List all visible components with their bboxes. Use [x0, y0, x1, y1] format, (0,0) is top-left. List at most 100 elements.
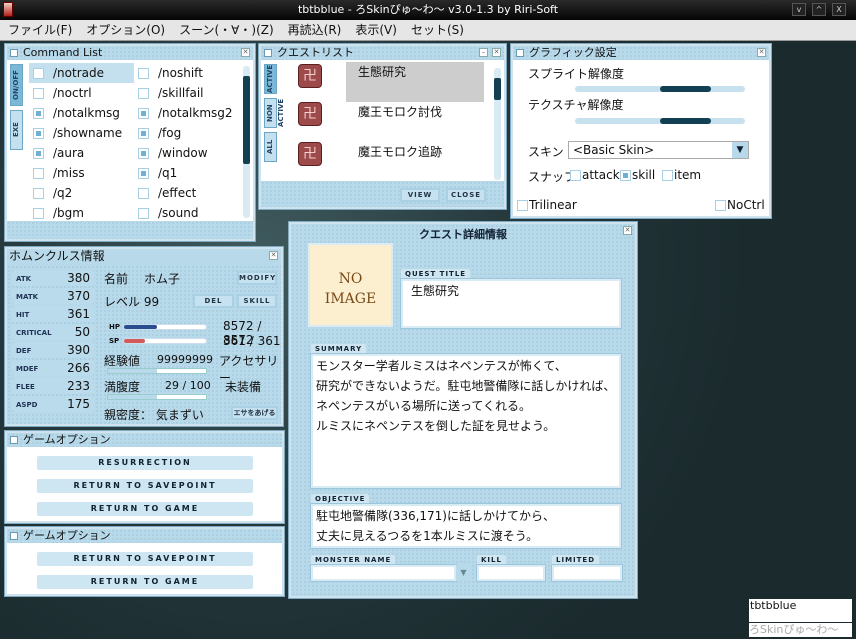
command-label[interactable]: /notalkmsg2 — [158, 106, 233, 120]
quest-scrollbar[interactable] — [494, 68, 501, 180]
menu-option[interactable]: オプション(O) — [86, 20, 165, 40]
chevron-down-icon[interactable]: ▼ — [732, 142, 748, 158]
close-icon[interactable]: ✕ — [269, 251, 278, 260]
close-icon[interactable]: ✕ — [623, 226, 632, 235]
command-checkbox[interactable] — [138, 188, 149, 199]
command-checkbox[interactable] — [138, 108, 149, 119]
command-label[interactable]: /showname — [53, 126, 122, 140]
command-checkbox[interactable] — [138, 68, 149, 79]
texture-resolution-label: テクスチャ解像度 — [528, 98, 624, 112]
quest-detail-window: クエスト詳細情報 ✕ NO IMAGE QUEST TITLE 生態研究 SUMM… — [289, 222, 637, 598]
close-quest-list-button[interactable]: CLOSE — [446, 188, 486, 202]
return-to-game-button[interactable]: RETURN TO GAME — [37, 575, 253, 589]
command-label[interactable]: /noshift — [158, 66, 203, 80]
menu-reload[interactable]: 再読込(R) — [288, 20, 342, 40]
chevron-down-icon[interactable]: ▼ — [456, 565, 471, 581]
tab-non-active[interactable]: NON ACTIVE — [264, 98, 285, 128]
command-checkbox[interactable] — [138, 128, 149, 139]
snap-item-label: item — [674, 168, 702, 182]
command-checkbox[interactable] — [33, 88, 44, 99]
command-scrollbar[interactable] — [243, 66, 250, 218]
modify-button[interactable]: MODIFY — [237, 271, 277, 285]
command-checkbox[interactable] — [33, 68, 44, 79]
command-list-header[interactable]: Command List ✕ — [7, 46, 253, 60]
command-label[interactable]: /noctrl — [53, 86, 92, 100]
snap-skill-checkbox[interactable] — [620, 170, 631, 181]
quest-item[interactable]: 魔王モロク討伐 — [358, 103, 442, 120]
command-checkbox[interactable] — [138, 148, 149, 159]
skin-select[interactable]: <Basic Skin> ▼ — [568, 141, 749, 159]
menu-view[interactable]: 表示(V) — [355, 20, 397, 40]
window-menu-icon[interactable] — [10, 436, 18, 444]
minimize-icon[interactable]: – — [479, 48, 488, 57]
resurrection-button[interactable]: RESURRECTION — [37, 456, 253, 470]
window-menu-icon[interactable] — [10, 49, 18, 57]
command-label[interactable]: /skillfail — [158, 86, 204, 100]
sprite-resolution-slider[interactable] — [575, 86, 745, 92]
homunculus-header[interactable]: ホムンクルス情報 ✕ — [7, 249, 281, 265]
command-label[interactable]: /aura — [53, 146, 84, 160]
delete-button[interactable]: DEL — [193, 294, 234, 308]
command-checkbox[interactable] — [33, 128, 44, 139]
quest-icon: 卍 — [298, 102, 322, 126]
monster-name-select[interactable] — [311, 565, 456, 581]
command-checkbox[interactable] — [138, 168, 149, 179]
close-icon[interactable]: ✕ — [241, 48, 250, 57]
skill-button[interactable]: SKILL — [237, 294, 277, 308]
tab-all[interactable]: ALL — [264, 132, 277, 162]
command-label[interactable]: /q1 — [158, 166, 177, 180]
command-checkbox[interactable] — [33, 208, 44, 219]
command-checkbox[interactable] — [138, 88, 149, 99]
return-to-savepoint-button[interactable]: RETURN TO SAVEPOINT — [37, 552, 253, 566]
quest-item[interactable]: 魔王モロク追跡 — [358, 143, 442, 160]
noctrl-checkbox[interactable] — [715, 200, 726, 211]
feed-button[interactable]: エサをあげる — [231, 406, 278, 420]
command-label[interactable]: /window — [158, 146, 208, 160]
snap-attack-label: attack — [582, 168, 620, 182]
close-icon[interactable]: ✕ — [492, 48, 501, 57]
quest-item[interactable]: 生態研究 — [358, 63, 406, 80]
graphics-header[interactable]: グラフィック設定 ✕ — [513, 46, 769, 60]
stat-value: 361 — [67, 307, 90, 321]
snap-attack-checkbox[interactable] — [570, 170, 581, 181]
menu-file[interactable]: ファイル(F) — [8, 20, 72, 40]
command-checkbox[interactable] — [33, 108, 44, 119]
view-button[interactable]: VIEW — [400, 188, 440, 202]
texture-resolution-slider[interactable] — [575, 118, 745, 124]
command-label[interactable]: /miss — [53, 166, 85, 180]
window-menu-icon[interactable] — [264, 49, 272, 57]
scroll-thumb[interactable] — [243, 76, 250, 164]
minimize-button[interactable]: v — [792, 3, 806, 16]
tab-active[interactable]: ACTIVE — [264, 64, 277, 94]
command-checkbox[interactable] — [138, 208, 149, 219]
quest-list-header[interactable]: クエストリスト – ✕ — [261, 46, 504, 60]
command-list-window: Command List ✕ ON/OFF EXE /notrade/noshif… — [5, 44, 255, 241]
command-label[interactable]: /fog — [158, 126, 181, 140]
limited-field — [552, 565, 622, 581]
close-icon[interactable]: ✕ — [757, 48, 766, 57]
game-options-header[interactable]: ゲームオプション — [7, 529, 282, 543]
command-label[interactable]: /notalkmsg — [53, 106, 120, 120]
command-checkbox[interactable] — [33, 188, 44, 199]
command-label[interactable]: /effect — [158, 186, 196, 200]
return-to-savepoint-button[interactable]: RETURN TO SAVEPOINT — [37, 479, 253, 493]
return-to-game-button[interactable]: RETURN TO GAME — [37, 502, 253, 516]
command-label[interactable]: /q2 — [53, 186, 72, 200]
snap-item-checkbox[interactable] — [662, 170, 673, 181]
command-label[interactable]: /bgm — [53, 206, 84, 220]
tab-on-off[interactable]: ON/OFF — [10, 64, 23, 106]
window-menu-icon[interactable] — [10, 532, 18, 540]
scroll-thumb[interactable] — [494, 78, 501, 100]
menu-set[interactable]: セット(S) — [411, 20, 464, 40]
trilinear-checkbox[interactable] — [517, 200, 528, 211]
maximize-button[interactable]: ^ — [812, 3, 826, 16]
command-label[interactable]: /notrade — [53, 66, 104, 80]
window-menu-icon[interactable] — [516, 49, 524, 57]
close-button[interactable]: X — [832, 3, 846, 16]
command-checkbox[interactable] — [33, 148, 44, 159]
command-checkbox[interactable] — [33, 168, 44, 179]
tab-exe[interactable]: EXE — [10, 110, 23, 150]
game-options-header[interactable]: ゲームオプション — [7, 433, 282, 447]
menu-zoom[interactable]: スーン(・∀・)(Z) — [179, 20, 274, 40]
command-label[interactable]: /sound — [158, 206, 198, 220]
